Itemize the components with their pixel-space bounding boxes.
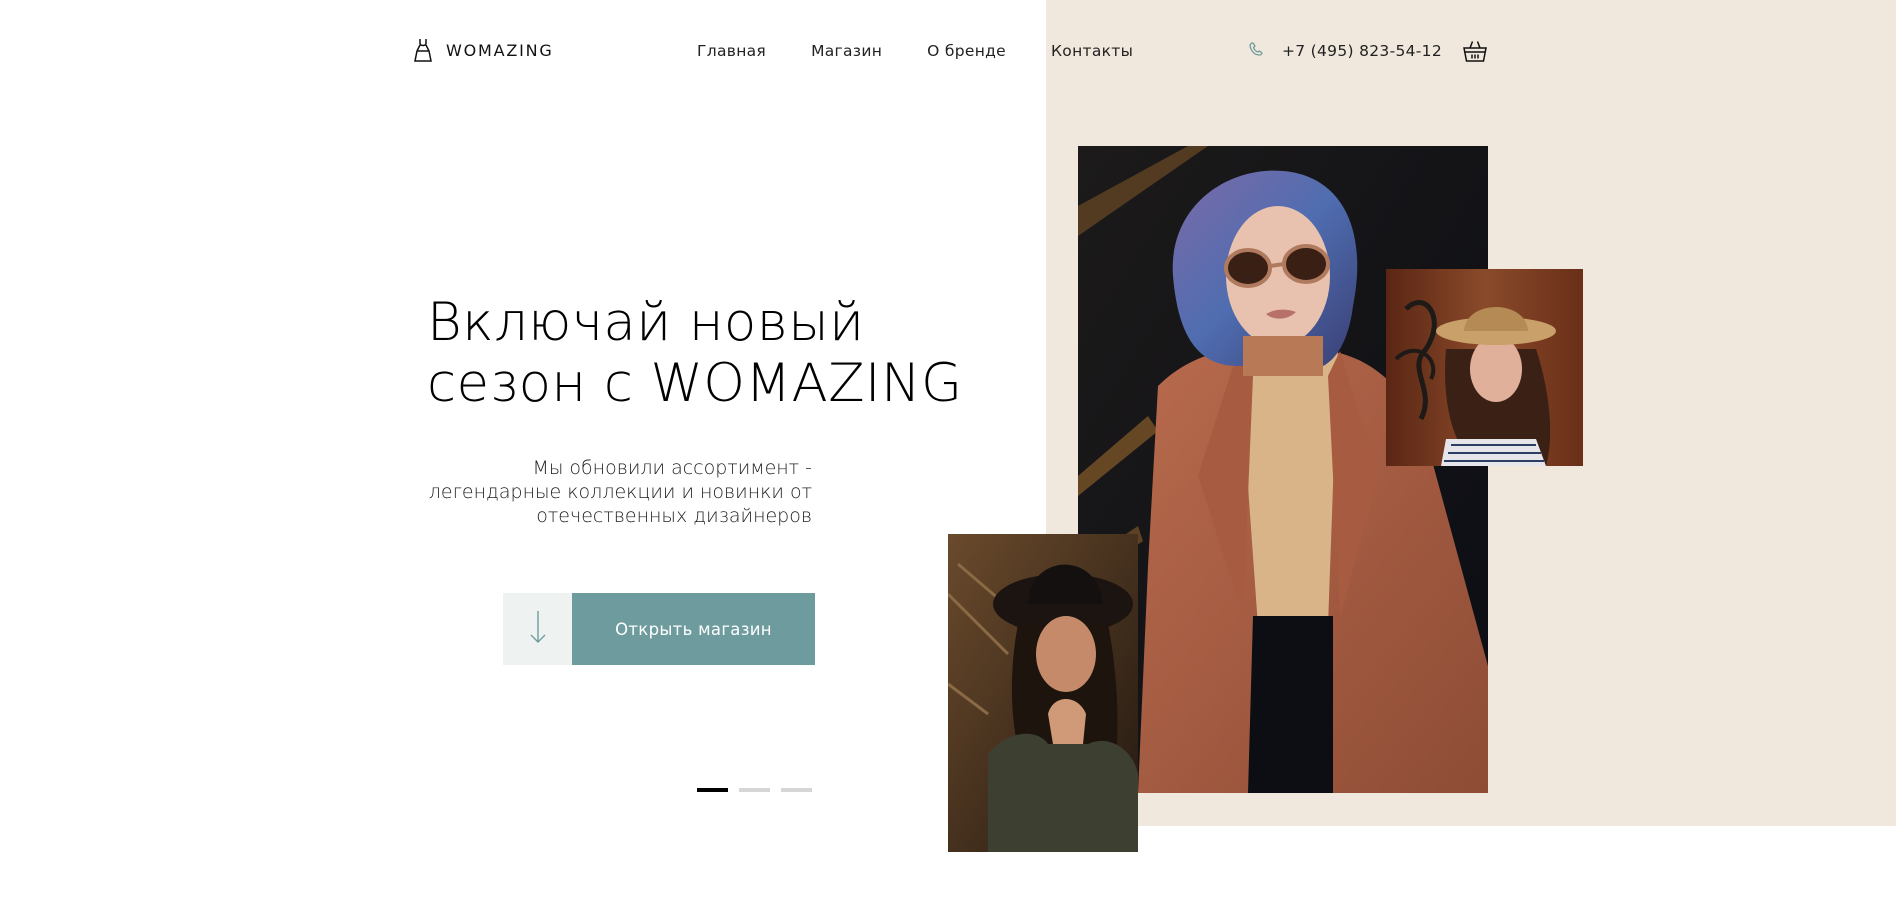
hero-cta: Открыть магазин bbox=[503, 593, 815, 665]
woman-in-hat-photo bbox=[1386, 269, 1583, 466]
nav-item-shop[interactable]: Магазин bbox=[811, 42, 882, 60]
slider-dot-3[interactable] bbox=[781, 788, 812, 792]
phone-contact[interactable]: +7 (495) 823-54-12 bbox=[1248, 41, 1442, 61]
cart-button[interactable] bbox=[1462, 38, 1488, 64]
phone-number: +7 (495) 823-54-12 bbox=[1282, 42, 1442, 60]
main-nav: Главная Магазин О бренде Контакты bbox=[697, 42, 1133, 60]
landing-page: WOMAZING Главная Магазин О бренде Контак… bbox=[0, 0, 1896, 910]
hero-subtitle-line-3: отечественных дизайнеров bbox=[536, 505, 812, 527]
hero-title: Включай новый сезон с WOMAZING bbox=[427, 292, 987, 414]
slider-pagination bbox=[697, 788, 812, 792]
dress-icon bbox=[414, 38, 432, 62]
nav-item-home[interactable]: Главная bbox=[697, 42, 766, 60]
hero-subtitle-line-1: Мы обновили ассортимент - bbox=[532, 457, 812, 479]
nav-item-contacts[interactable]: Контакты bbox=[1051, 42, 1133, 60]
scroll-down-button[interactable] bbox=[503, 593, 572, 665]
woman-praying-photo bbox=[948, 534, 1138, 852]
hero-title-line-1: Включай новый bbox=[427, 292, 865, 353]
hero-main-photo bbox=[1078, 146, 1488, 793]
arrow-down-icon bbox=[529, 610, 547, 648]
hero-subtitle-line-2: легендарные коллекции и новинки от bbox=[428, 481, 812, 503]
nav-item-about[interactable]: О бренде bbox=[927, 42, 1006, 60]
logo[interactable]: WOMAZING bbox=[414, 38, 554, 62]
logo-text: WOMAZING bbox=[446, 40, 554, 60]
hero-subtitle: Мы обновили ассортимент - легендарные ко… bbox=[420, 456, 812, 528]
slider-dot-2[interactable] bbox=[739, 788, 770, 792]
slider-dot-1[interactable] bbox=[697, 788, 728, 792]
open-shop-button[interactable]: Открыть магазин bbox=[572, 593, 815, 665]
hero-title-line-2: сезон с WOMAZING bbox=[427, 353, 963, 414]
phone-icon bbox=[1248, 41, 1264, 61]
shopping-basket-icon bbox=[1462, 41, 1488, 68]
